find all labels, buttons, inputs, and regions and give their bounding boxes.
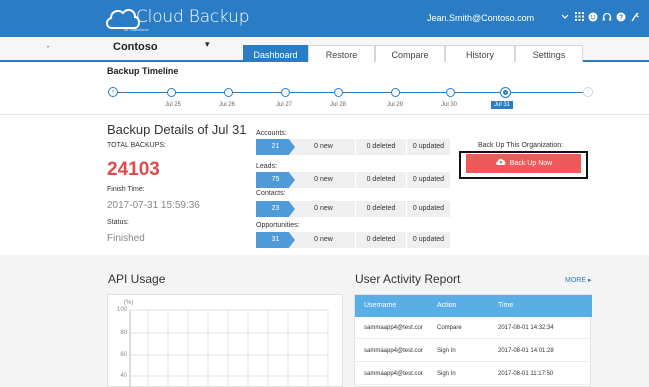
tab-compare[interactable]: Compare — [375, 45, 445, 62]
timeline-node-jul31[interactable] — [500, 87, 511, 98]
column-header-action[interactable]: Action — [437, 295, 456, 317]
stat-row-opportunities: 31 0 new 0 deleted 0 updated — [256, 232, 450, 248]
cell-action: Sign In — [437, 371, 456, 377]
stat-new: 0 new — [314, 176, 333, 183]
cell-username: sammaapp4@test.cor — [364, 325, 423, 331]
stat-count-badge: 21 — [256, 139, 295, 155]
grid-icon[interactable] — [574, 11, 584, 22]
chevron-left-icon[interactable]: ‹ — [108, 87, 118, 97]
activity-title: User Activity Report — [355, 272, 461, 286]
top-icons: ? — [560, 11, 640, 22]
stat-new: 0 new — [314, 143, 333, 150]
finish-time-label: Finish Time: — [107, 186, 145, 193]
status-value: Finished — [107, 233, 145, 244]
finish-time-value: 2017-07-31 15:59:36 — [107, 200, 200, 211]
stat-updated: 0 updated — [412, 143, 445, 150]
back-up-now-label: Back Up Now — [509, 160, 553, 167]
app-tagline: for Salesforce — [124, 27, 149, 32]
timeline-node-jul28[interactable] — [334, 88, 343, 97]
table-row[interactable]: sammaapp4@test.cor Sign In 2017-08-01 14… — [355, 340, 592, 362]
chevron-down-icon[interactable] — [560, 11, 570, 22]
stat-deleted: 0 deleted — [366, 176, 396, 183]
timeline-track — [117, 92, 587, 93]
stat-row-leads: 75 0 new 0 deleted 0 updated — [256, 172, 450, 188]
cell-action: Sign In — [437, 348, 456, 354]
column-header-username[interactable]: Username — [364, 295, 396, 317]
stat-updated: 0 updated — [412, 176, 445, 183]
cell-username: sammaapp4@test.cor — [364, 371, 423, 377]
timeline-title: Backup Timeline — [107, 66, 179, 76]
chevron-right-icon[interactable]: › — [583, 87, 593, 97]
org-selector[interactable]: Contoso — [113, 41, 158, 53]
tab-restore[interactable]: Restore — [308, 45, 375, 62]
separator-dot-icon: • — [47, 45, 50, 51]
table-row[interactable]: sammaapp4@test.cor Sign In 2017-08-01 11… — [355, 363, 592, 385]
timeline-node-jul27[interactable] — [281, 88, 290, 97]
stat-count-badge: 75 — [256, 172, 295, 188]
table-row[interactable]: sammaapp4@test.cor Compare 2017-08-01 14… — [355, 317, 592, 339]
stat-new: 0 new — [314, 205, 333, 212]
app-title: Cloud Backup — [136, 7, 250, 27]
svg-text:?: ? — [619, 14, 623, 21]
total-backups-label: TOTAL BACKUPS: — [107, 142, 166, 149]
cell-action: Compare — [437, 325, 462, 331]
table-header: Username Action Time — [355, 295, 592, 317]
column-header-time[interactable]: Time — [498, 295, 513, 317]
tab-history[interactable]: History — [445, 45, 515, 62]
smiley-icon[interactable] — [588, 11, 598, 22]
key-icon[interactable] — [630, 11, 640, 22]
timeline-node-jul26[interactable] — [224, 88, 233, 97]
api-usage-chart: (%) 100 80 60 40 — [107, 294, 343, 387]
cloud-upload-icon — [495, 158, 506, 165]
tab-settings[interactable]: Settings — [515, 45, 583, 62]
headset-icon[interactable] — [602, 11, 612, 22]
stat-updated: 0 updated — [412, 236, 445, 243]
user-email[interactable]: Jean.Smith@Contoso.com — [427, 13, 534, 23]
details-title: Backup Details of Jul 31 — [107, 122, 247, 137]
nav-row: • Contoso ▾ Dashboard Restore Compare Hi… — [0, 37, 649, 62]
divider — [0, 114, 649, 115]
timeline-label[interactable]: Jul 27 — [276, 102, 292, 108]
timeline-label-selected[interactable]: Jul 31 — [491, 101, 514, 109]
total-backups-value: 24103 — [107, 159, 160, 180]
cell-time: 2017-08-01 14:01:28 — [498, 348, 554, 354]
stat-row-contacts: 23 0 new 0 deleted 0 updated — [256, 201, 450, 217]
status-label: Status: — [107, 219, 129, 226]
stat-label-accounts: Accounts: — [256, 130, 287, 137]
timeline-label[interactable]: Jul 30 — [441, 102, 457, 108]
stat-count-badge: 23 — [256, 201, 295, 217]
back-up-now-button[interactable]: Back Up Now — [466, 154, 581, 173]
stat-label-opportunities: Opportunities: — [256, 222, 300, 229]
timeline-node-jul29[interactable] — [391, 88, 400, 97]
stat-label-contacts: Contacts: — [256, 190, 286, 197]
help-icon[interactable]: ? — [616, 11, 626, 22]
backup-caption: Back Up This Organization: — [478, 142, 564, 149]
chart-grid — [129, 309, 329, 387]
cell-username: sammaapp4@test.cor — [364, 348, 423, 354]
caret-down-icon[interactable]: ▾ — [205, 39, 210, 50]
timeline-label[interactable]: Jul 29 — [387, 102, 403, 108]
stat-row-accounts: 21 0 new 0 deleted 0 updated — [256, 139, 450, 155]
stat-deleted: 0 deleted — [366, 143, 396, 150]
timeline-label[interactable]: Jul 26 — [219, 102, 235, 108]
stat-label-leads: Leads: — [256, 163, 278, 170]
tab-dashboard[interactable]: Dashboard — [243, 45, 308, 62]
timeline-label[interactable]: Jul 28 — [330, 102, 346, 108]
stat-new: 0 new — [314, 236, 333, 243]
stat-updated: 0 updated — [412, 205, 445, 212]
api-usage-title: API Usage — [108, 272, 166, 286]
top-bar: Cloud Backup for Salesforce Jean.Smith@C… — [0, 0, 649, 37]
activity-table: Username Action Time sammaapp4@test.cor … — [354, 294, 592, 387]
timeline-node-jul25[interactable] — [167, 88, 176, 97]
cell-time: 2017-08-01 11:17:50 — [498, 371, 554, 377]
stat-count-badge: 31 — [256, 232, 295, 248]
timeline-node-jul30[interactable] — [446, 88, 455, 97]
timeline-label[interactable]: Jul 25 — [165, 102, 181, 108]
app-root: Cloud Backup for Salesforce Jean.Smith@C… — [0, 0, 649, 387]
cell-time: 2017-08-01 14:32:34 — [498, 325, 554, 331]
stat-deleted: 0 deleted — [366, 236, 396, 243]
stat-deleted: 0 deleted — [366, 205, 396, 212]
more-link[interactable]: MORE ▸ — [565, 276, 591, 284]
